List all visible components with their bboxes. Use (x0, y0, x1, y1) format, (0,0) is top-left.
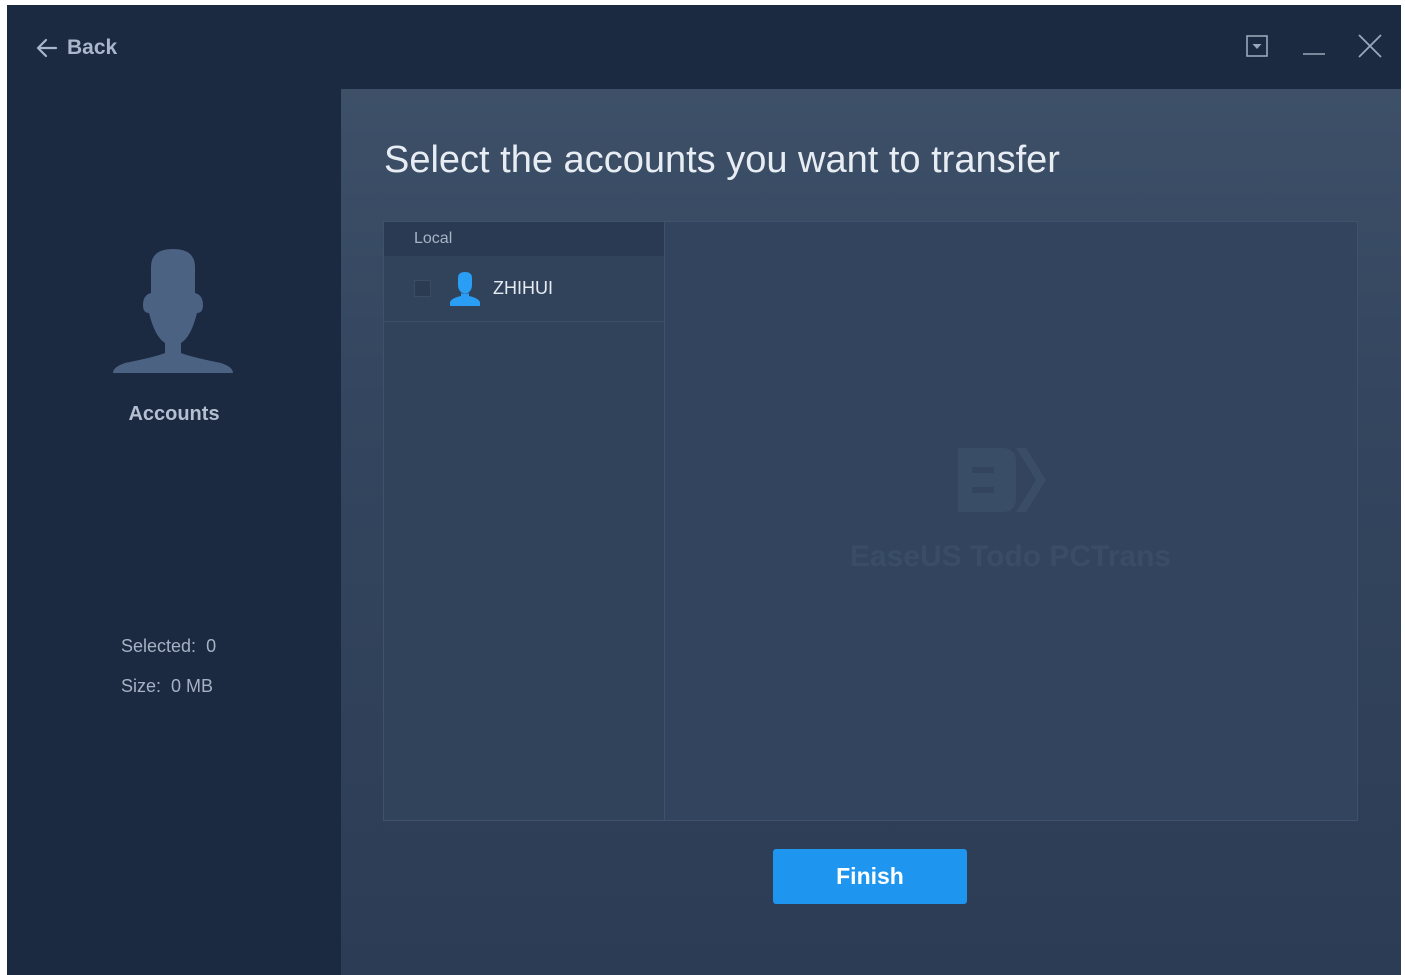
size-label: Size: (121, 676, 162, 696)
easeus-logo-icon (954, 440, 1054, 525)
account-row[interactable]: ZHIHUI (384, 256, 664, 322)
dropdown-box-icon (1245, 34, 1269, 63)
selected-label: Selected: (121, 636, 197, 656)
back-button[interactable]: Back (35, 33, 117, 63)
account-checkbox[interactable] (414, 280, 431, 297)
user-icon (448, 272, 482, 311)
selected-value: 0 (206, 636, 217, 656)
size-stat: Size: 0 MB (121, 676, 213, 697)
sidebar: Accounts Selected: 0 Size: 0 MB (7, 89, 341, 975)
selected-stat: Selected: 0 (121, 636, 216, 657)
close-button[interactable] (1355, 33, 1385, 63)
back-label: Back (67, 36, 118, 59)
sidebar-title: Accounts (128, 403, 220, 425)
column-header-local: Local (384, 222, 664, 256)
minimize-icon (1301, 33, 1327, 64)
account-name: ZHIHUI (493, 278, 553, 298)
app-window: Back Accounts Selected: 0 Size: 0 MB Sel… (7, 5, 1401, 975)
watermark-text: EaseUS Todo PCTrans (849, 540, 1172, 573)
accounts-panel: Local ZHIHUI EaseUS Todo PCTrans (383, 221, 1358, 821)
title-bar: Back (7, 5, 1401, 89)
accounts-avatar-icon (111, 249, 235, 378)
local-accounts-list: Local ZHIHUI (384, 222, 665, 820)
main-content: Select the accounts you want to transfer… (341, 89, 1401, 975)
dropdown-box-button[interactable] (1242, 33, 1272, 63)
minimize-button[interactable] (1299, 33, 1329, 63)
arrow-left-icon (35, 36, 59, 60)
page-title: Select the accounts you want to transfer (384, 139, 1060, 181)
watermark: EaseUS Todo PCTrans (664, 222, 1357, 820)
close-icon (1357, 33, 1383, 64)
finish-button[interactable]: Finish (773, 849, 967, 904)
size-value: 0 MB (171, 676, 214, 696)
